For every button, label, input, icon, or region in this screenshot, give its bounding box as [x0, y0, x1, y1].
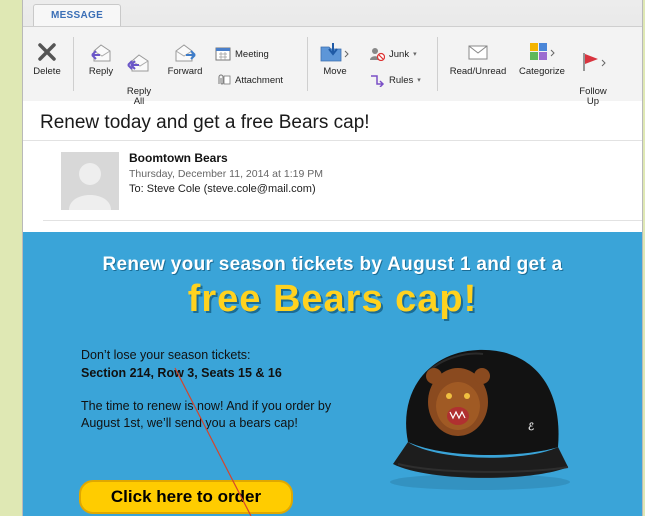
- attachment-label: Attachment: [235, 74, 284, 86]
- separator: [73, 37, 74, 91]
- follow-up-label: Follow Up: [579, 86, 607, 107]
- categorize-label: Categorize: [519, 66, 565, 77]
- divider: [43, 220, 642, 221]
- person-icon: [61, 152, 119, 210]
- reply-all-icon: [127, 54, 149, 72]
- promo-banner: Renew your season tickets by August 1 an…: [23, 232, 642, 516]
- move-label: Move: [323, 66, 347, 77]
- delete-icon: [38, 43, 56, 61]
- promo-text-line1: Don’t lose your season tickets:: [81, 348, 251, 362]
- recipient[interactable]: To: Steve Cole (steve.cole@mail.com): [129, 183, 316, 195]
- promo-big-headline: free Bears cap!: [187, 278, 478, 320]
- move-button[interactable]: Move: [315, 41, 355, 77]
- forward-button[interactable]: Forward: [163, 41, 207, 77]
- forward-label: Forward: [167, 66, 203, 77]
- move-icon: [320, 43, 349, 62]
- ribbon: MESSAGE Delete Reply Reply All Forward M…: [23, 0, 642, 107]
- attachment-button[interactable]: Attachment: [215, 73, 283, 87]
- delete-label: Delete: [33, 66, 61, 77]
- junk-label: Junk: [389, 48, 410, 60]
- rules-icon: [371, 75, 385, 87]
- categorize-button[interactable]: Categorize: [515, 41, 569, 77]
- junk-icon: [370, 48, 385, 61]
- reply-all-label: Reply All: [126, 86, 152, 107]
- cap-image: ℰ: [390, 349, 570, 490]
- reply-icon: [91, 44, 111, 62]
- read-unread-button[interactable]: Read/Unread: [445, 41, 511, 77]
- attachment-icon: [218, 74, 231, 85]
- promo-headline: Renew your season tickets by August 1 an…: [102, 254, 563, 275]
- read-unread-label: Read/Unread: [449, 66, 507, 77]
- avatar: [61, 152, 119, 210]
- chevron-down-icon: ▾: [417, 77, 421, 84]
- reply-button[interactable]: Reply: [83, 41, 119, 77]
- divider: [23, 140, 642, 141]
- rules-label: Rules: [389, 74, 414, 86]
- calendar-icon: [215, 47, 231, 61]
- junk-button[interactable]: Junk ▾: [369, 47, 417, 61]
- categorize-icon: [530, 43, 555, 60]
- tab-message[interactable]: MESSAGE: [33, 4, 121, 27]
- separator: [437, 37, 438, 91]
- forward-icon: [175, 44, 196, 62]
- sent-date: Thursday, December 11, 2014 at 1:19 PM: [129, 168, 323, 180]
- chevron-down-icon: ▾: [413, 51, 417, 58]
- meeting-label: Meeting: [235, 48, 269, 60]
- svg-text:ℰ: ℰ: [528, 422, 534, 433]
- flag-icon: [583, 53, 606, 71]
- toolbar: Delete Reply Reply All Forward Meeting A…: [23, 26, 642, 107]
- meeting-button[interactable]: Meeting: [215, 47, 269, 61]
- promo-paragraph: The time to renew is now! And if you ord…: [81, 399, 332, 430]
- sender-name[interactable]: Boomtown Bears: [129, 151, 228, 165]
- mail-window: MESSAGE Delete Reply Reply All Forward M…: [22, 0, 643, 516]
- follow-up-button[interactable]: Follow Up: [573, 41, 613, 107]
- rules-button[interactable]: Rules ▾: [369, 73, 421, 87]
- envelope-icon: [468, 45, 488, 60]
- separator: [307, 37, 308, 91]
- delete-button[interactable]: Delete: [29, 41, 65, 77]
- email-subject: Renew today and get a free Bears cap!: [40, 112, 370, 133]
- order-button[interactable]: Click here to order: [79, 480, 293, 514]
- reply-label: Reply: [88, 66, 114, 77]
- promo-seats: Section 214, Row 3, Seats 15 & 16: [81, 366, 282, 380]
- reply-all-button[interactable]: Reply All: [121, 41, 157, 107]
